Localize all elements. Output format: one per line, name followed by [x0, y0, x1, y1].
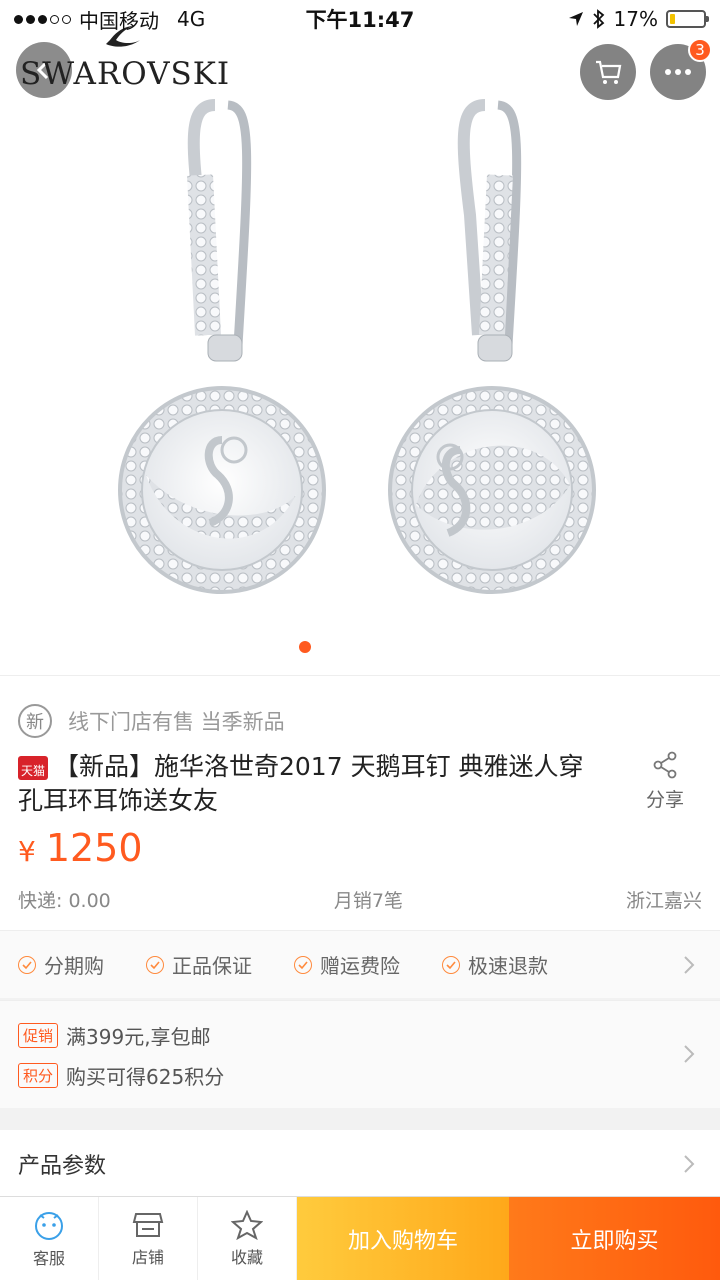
more-button[interactable]: 3 [650, 38, 712, 100]
share-icon [653, 751, 677, 779]
service-label: 客服 [32, 1248, 65, 1268]
tmall-badge-label: 天猫 [20, 764, 45, 778]
service-guarantees[interactable]: 分期购 正品保证 赠运费险 极速退款 [0, 930, 720, 998]
product-params-row[interactable]: 产品参数 [0, 1130, 720, 1198]
star-icon [231, 1209, 263, 1240]
battery-percent: 17% [613, 7, 658, 31]
customer-service-button[interactable]: 客服 [0, 1197, 99, 1280]
guarantee-label: 分期购 [44, 954, 104, 978]
buy-now-button[interactable]: 立即购买 [509, 1197, 720, 1280]
price: ¥ 1250 [18, 826, 143, 870]
store-label: 店铺 [131, 1247, 164, 1267]
store-button[interactable]: 店铺 [99, 1197, 198, 1280]
carrier-name: 中国移动 [79, 8, 159, 33]
ship-from-location: 浙江嘉兴 [625, 890, 702, 912]
location-arrow-icon [568, 12, 583, 26]
bottom-action-bar: 客服 店铺 收藏 加入购物车 立即购买 [0, 1196, 720, 1280]
check-circle-icon [442, 955, 460, 974]
brand-logo: SWAROVSKI [20, 56, 231, 92]
delivery-meta: 快递: 0.00 月销7笔 浙江嘉兴 [18, 886, 702, 913]
favorite-button[interactable]: 收藏 [198, 1197, 297, 1280]
product-title: 天猫 【新品】施华洛世奇2017 天鹅耳钉 典雅迷人穿孔耳环耳饰送女友 [18, 750, 598, 818]
guarantee-item: 分期购 [18, 950, 104, 979]
network-type: 4G [177, 7, 206, 31]
store-tagline: 新 线下门店有售 当季新品 [18, 704, 285, 738]
check-circle-icon [146, 955, 164, 974]
chevron-right-icon [684, 955, 695, 974]
status-bar: 中国移动 4G 下午11:47 17% [0, 0, 720, 38]
guarantee-label: 正品保证 [172, 954, 252, 978]
signal-icon [14, 14, 71, 24]
cart-button[interactable] [580, 44, 636, 100]
bluetooth-icon [592, 9, 604, 29]
more-icon [665, 69, 691, 75]
gallery-page-indicator [299, 641, 311, 653]
promotions[interactable]: 促销 满399元,享包邮 积分 购买可得625积分 [0, 1000, 720, 1108]
customer-service-icon [35, 1211, 63, 1240]
monthly-sales: 月销7笔 [333, 890, 403, 912]
params-label: 产品参数 [18, 1154, 107, 1179]
share-button[interactable]: 分享 [630, 750, 700, 812]
share-label: 分享 [645, 789, 684, 811]
guarantee-label: 极速退款 [468, 954, 548, 978]
check-circle-icon [294, 955, 312, 974]
points-tag: 积分 [18, 1063, 59, 1088]
store-icon [132, 1212, 164, 1237]
chevron-right-icon [684, 1045, 695, 1063]
cart-icon [596, 60, 622, 84]
currency-symbol: ¥ [18, 835, 36, 868]
notification-badge: 3 [688, 38, 712, 62]
promo-tag: 促销 [18, 1023, 59, 1048]
check-circle-icon [18, 955, 36, 974]
product-image [118, 99, 596, 594]
guarantee-item: 正品保证 [146, 950, 252, 979]
points-text: 购买可得625积分 [66, 1065, 225, 1089]
guarantee-label: 赠运费险 [320, 954, 400, 978]
product-gallery[interactable]: SWAROVSKI 3 [0, 0, 720, 675]
promo-text: 满399元,享包邮 [66, 1025, 211, 1049]
battery-icon [666, 10, 709, 28]
favorite-label: 收藏 [230, 1247, 263, 1267]
promotion-row: 促销 满399元,享包邮 [18, 1021, 211, 1050]
clock: 下午11:47 [305, 8, 415, 32]
price-value: 1250 [45, 826, 143, 870]
points-row: 积分 购买可得625积分 [18, 1061, 224, 1090]
new-badge: 新 [18, 704, 52, 738]
product-info: 新 线下门店有售 当季新品 天猫 【新品】施华洛世奇2017 天鹅耳钉 典雅迷人穿… [0, 675, 720, 930]
tmall-icon: 天猫 [18, 756, 48, 780]
add-to-cart-button[interactable]: 加入购物车 [297, 1197, 509, 1280]
chevron-right-icon [684, 1155, 695, 1173]
tagline-text: 线下门店有售 当季新品 [68, 710, 285, 734]
guarantee-item: 极速退款 [442, 950, 548, 979]
guarantee-item: 赠运费险 [294, 950, 400, 979]
product-title-text: 【新品】施华洛世奇2017 天鹅耳钉 典雅迷人穿孔耳环耳饰送女友 [18, 752, 584, 815]
shipping-fee: 快递: 0.00 [18, 890, 111, 912]
